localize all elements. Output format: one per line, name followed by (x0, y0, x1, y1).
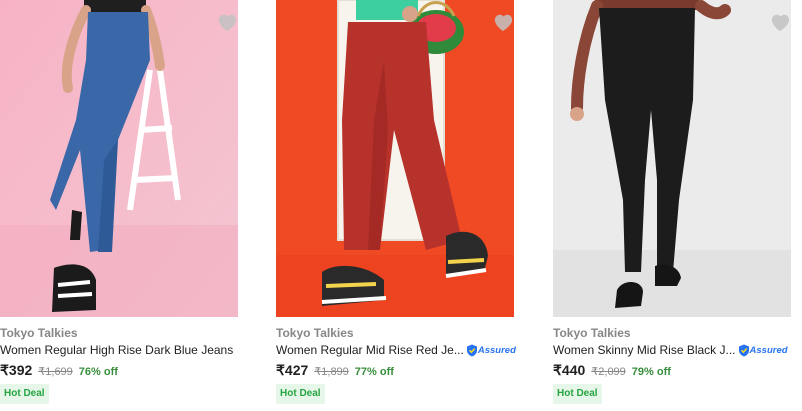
product-image-blue-jeans[interactable] (0, 0, 238, 317)
discount-label: 76% off (78, 366, 118, 378)
product-title-text[interactable]: Women Skinny Mid Rise Black J... (553, 343, 736, 357)
selling-price: ₹392 (0, 362, 33, 378)
product-card[interactable]: Tokyo Talkies Women Regular Mid Rise Red… (276, 0, 516, 404)
product-card[interactable]: Tokyo Talkies Women Skinny Mid Rise Blac… (553, 0, 791, 404)
assured-badge: Assured (738, 344, 788, 357)
product-title[interactable]: Women Skinny Mid Rise Black J... Assured (553, 343, 788, 357)
discount-label: 77% off (354, 366, 394, 378)
original-price: ₹1,699 (38, 366, 73, 378)
product-title-text[interactable]: Women Regular High Rise Dark Blue Jeans (0, 343, 233, 357)
brand-name: Tokyo Talkies (276, 326, 354, 340)
assured-label: Assured (477, 344, 516, 356)
shield-icon (738, 344, 749, 356)
heart-icon[interactable] (216, 12, 238, 32)
original-price: ₹2,099 (591, 366, 626, 378)
original-price: ₹1,899 (314, 366, 349, 378)
product-image-black-jeans[interactable] (553, 0, 791, 317)
selling-price: ₹427 (276, 362, 309, 378)
heart-icon[interactable] (769, 12, 791, 32)
assured-label: Assured (749, 344, 788, 356)
price-row: ₹392 ₹1,699 76% off (0, 362, 118, 379)
heart-icon[interactable] (492, 12, 514, 32)
brand-name: Tokyo Talkies (0, 326, 78, 340)
hot-deal-badge: Hot Deal (0, 384, 49, 404)
price-row: ₹427 ₹1,899 77% off (276, 362, 394, 379)
shield-icon (466, 344, 477, 356)
discount-label: 79% off (631, 366, 671, 378)
brand-name: Tokyo Talkies (553, 326, 631, 340)
product-card[interactable]: Tokyo Talkies Women Regular High Rise Da… (0, 0, 238, 404)
product-title[interactable]: Women Regular High Rise Dark Blue Jeans (0, 343, 233, 357)
product-title[interactable]: Women Regular Mid Rise Red Je... Assured (276, 343, 516, 357)
product-title-text[interactable]: Women Regular Mid Rise Red Je... (276, 343, 464, 357)
product-image-red-jeans[interactable] (276, 0, 514, 317)
assured-badge: Assured (466, 344, 516, 357)
price-row: ₹440 ₹2,099 79% off (553, 362, 671, 379)
hot-deal-badge: Hot Deal (276, 384, 325, 404)
selling-price: ₹440 (553, 362, 586, 378)
hot-deal-badge: Hot Deal (553, 384, 602, 404)
